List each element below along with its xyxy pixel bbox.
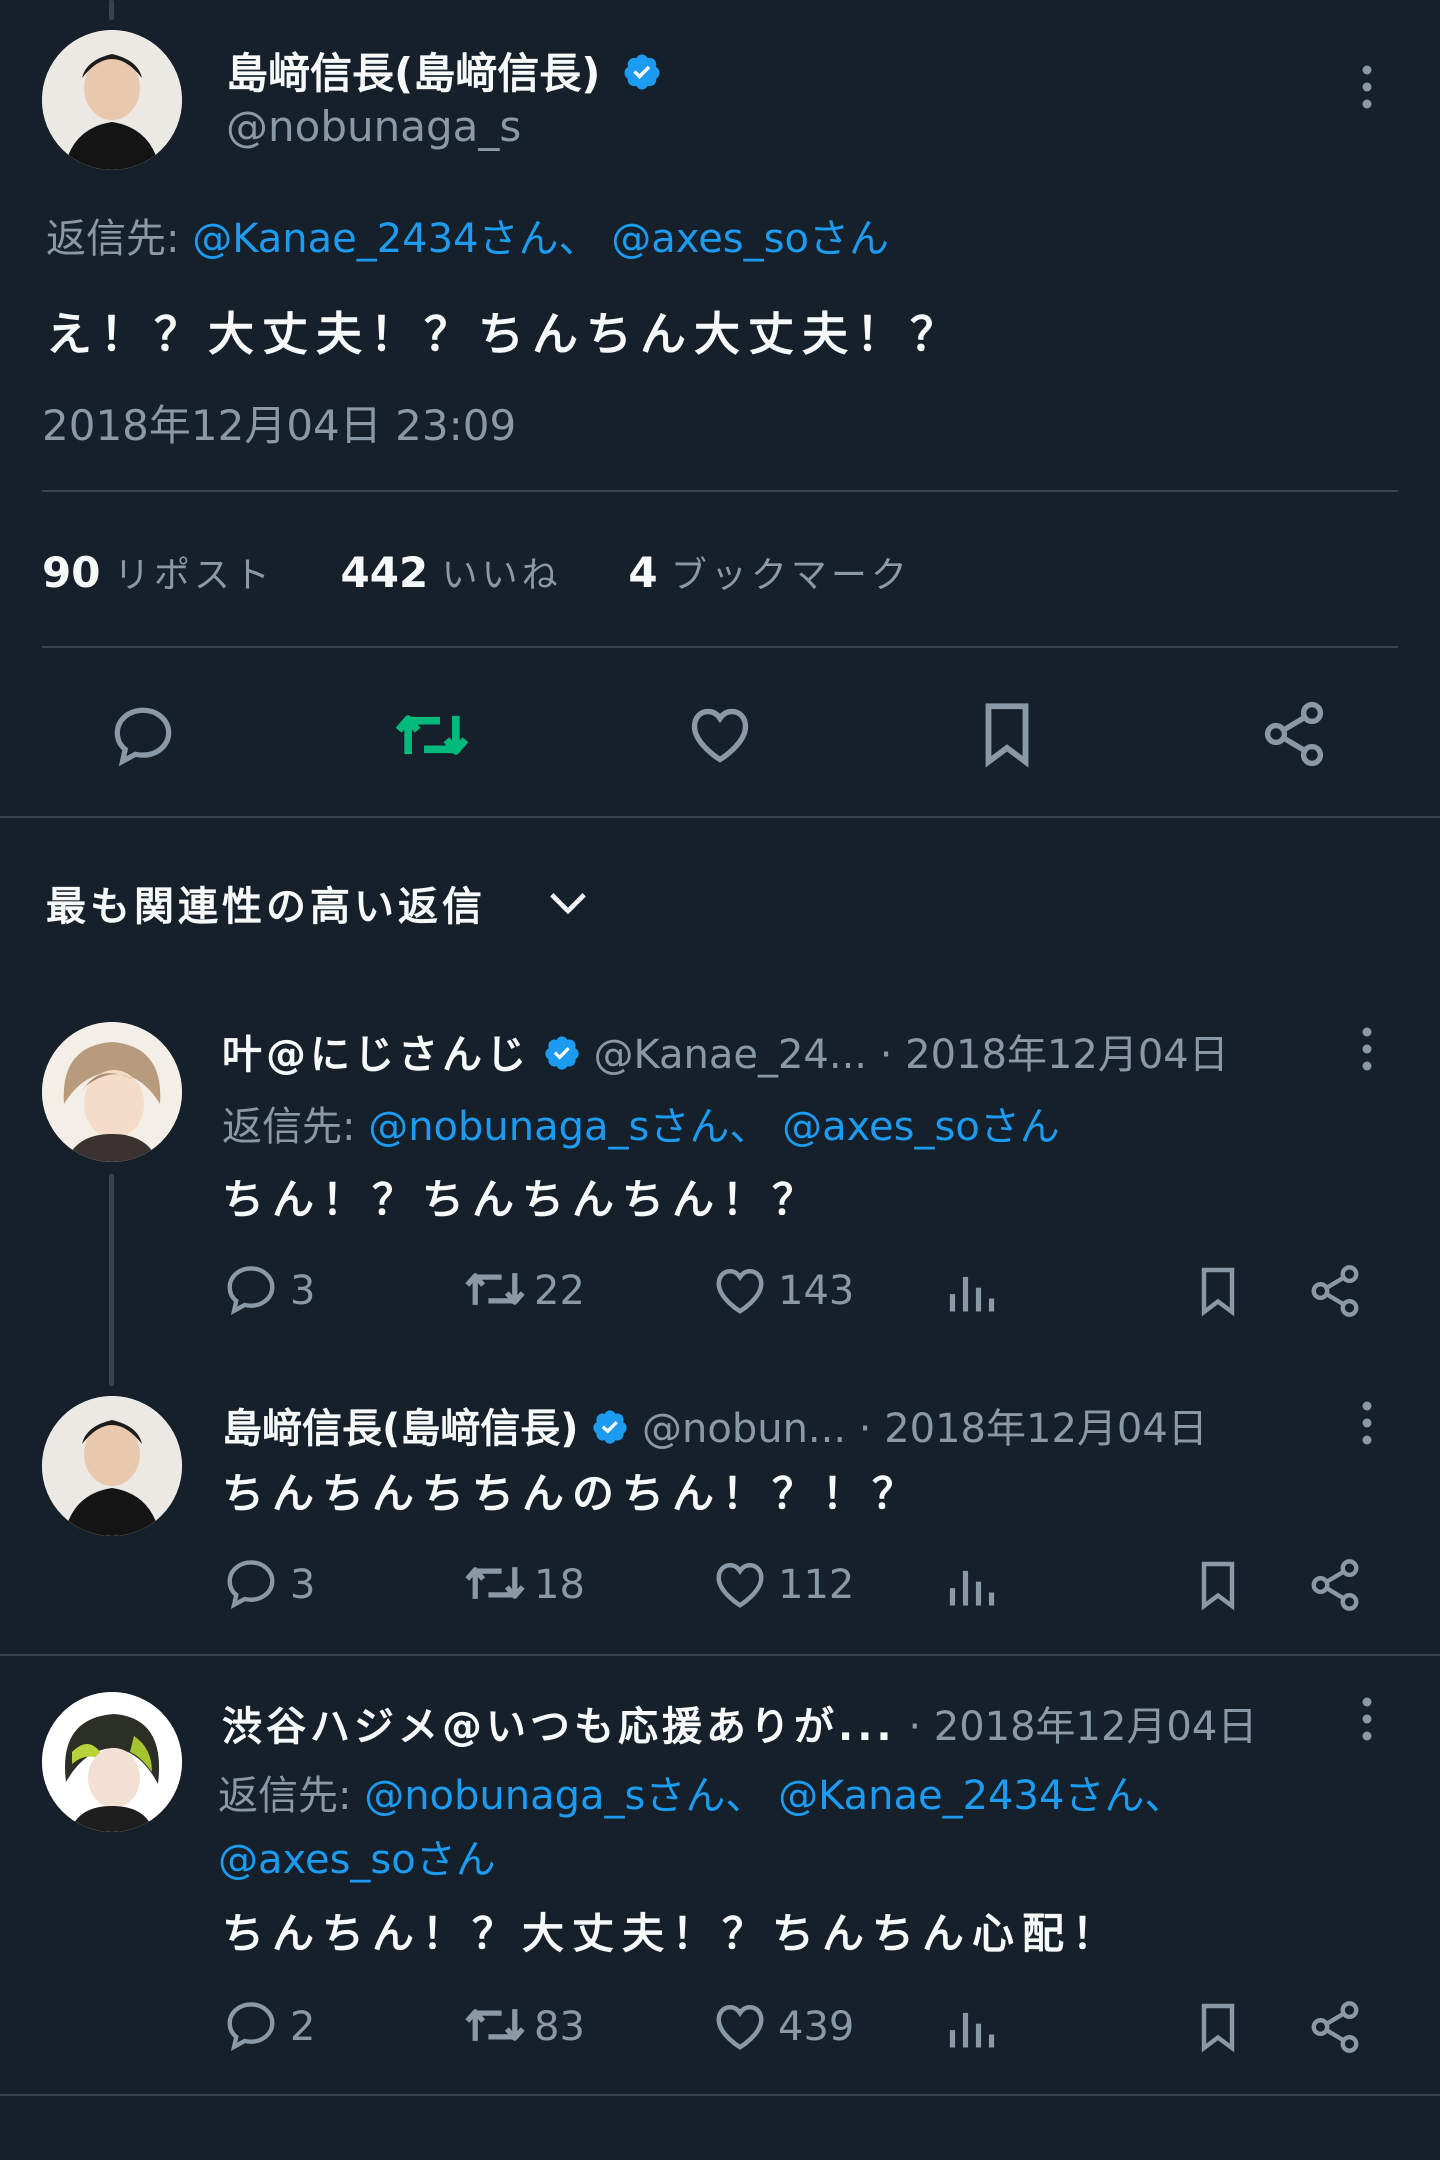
reply-to-suffix: さん (808, 216, 889, 262)
bookmark-icon[interactable] (1190, 1556, 1246, 1614)
reply-date[interactable]: · 2018年12月04日 (880, 1032, 1229, 1078)
reply-date[interactable]: · 2018年12月04日 (859, 1406, 1208, 1452)
like-count: 439 (778, 2004, 855, 2050)
more-options-icon[interactable] (1352, 62, 1382, 112)
verified-badge-icon (624, 54, 660, 90)
reply-count: 2 (290, 2004, 316, 2050)
tweet-text: え！？大丈夫！？ちんちん大丈夫！？ (46, 307, 964, 361)
reply-to-mention[interactable]: @nobunaga_s (364, 1773, 645, 1819)
sort-label: 最も関連性の高い返信 (46, 884, 486, 930)
reply-display-name[interactable]: 叶@にじさんじ (222, 1032, 530, 1078)
reply-handle[interactable]: @nobun... (642, 1406, 846, 1452)
reply-icon[interactable] (222, 1996, 280, 2054)
reply-to-mention[interactable]: @Kanae_2434 (192, 216, 478, 262)
reply-to-mention[interactable]: @axes_so (782, 1104, 980, 1150)
author-name-row: 島﨑信長(島﨑信長) (226, 40, 662, 101)
repost-icon[interactable] (462, 1260, 528, 1318)
like-count: 143 (778, 1268, 855, 1314)
avatar[interactable] (42, 1396, 182, 1536)
reply-to-mention[interactable]: @axes_so (218, 1837, 416, 1883)
reply-text: ちん！？ちんちんちん！？ (222, 1175, 823, 1224)
bookmark-icon[interactable] (970, 696, 1044, 772)
reposts-stat[interactable]: 90 リポスト (42, 548, 274, 597)
like-icon[interactable] (710, 1260, 770, 1320)
analytics-icon[interactable] (946, 2002, 998, 2054)
analytics-icon[interactable] (946, 1266, 998, 1318)
reply-count: 3 (290, 1268, 316, 1314)
repost-count: 83 (534, 2004, 585, 2050)
reply-display-name[interactable]: 渋谷ハジメ@いつも応援ありが... (222, 1704, 896, 1750)
likes-stat[interactable]: 442 いいね (341, 548, 562, 597)
reply-to-mention[interactable]: @Kanae_2434 (778, 1773, 1064, 1819)
reply-icon[interactable] (222, 1260, 280, 1318)
repost-icon[interactable] (462, 1554, 528, 1612)
avatar-photo-icon (42, 1396, 182, 1536)
avatar[interactable] (42, 1692, 182, 1832)
author-display-name[interactable]: 島﨑信長(島﨑信長) (226, 49, 600, 98)
like-icon[interactable] (684, 698, 756, 770)
reply-divider (0, 2094, 1440, 2096)
reply-header: 叶@にじさんじ @Kanae_24... · 2018年12月04日 (222, 1022, 1332, 1080)
verified-badge-icon (593, 1410, 627, 1444)
reply-divider (0, 1654, 1440, 1656)
sort-selector[interactable]: 最も関連性の高い返信 (46, 874, 486, 932)
reply-count: 3 (290, 1562, 316, 1608)
more-options-icon[interactable] (1352, 1398, 1382, 1448)
share-icon[interactable] (1306, 1998, 1364, 2056)
repost-count: 18 (534, 1562, 585, 1608)
share-icon[interactable] (1306, 1556, 1364, 1614)
reply-date[interactable]: · 2018年12月04日 (908, 1704, 1257, 1750)
like-icon[interactable] (710, 1554, 770, 1614)
reply-header: 渋谷ハジメ@いつも応援ありが... · 2018年12月04日 (222, 1694, 1332, 1752)
reply-text: ちんちんちちんのちん！？！？ (222, 1469, 923, 1518)
bookmark-icon[interactable] (1190, 1262, 1246, 1320)
reply-to-mention[interactable]: @axes_so (611, 216, 809, 262)
reply-to-label: 返信先: (46, 216, 180, 262)
reply-to-mention[interactable]: @nobunaga_s (368, 1104, 649, 1150)
reply-header: 島﨑信長(島﨑信長) @nobun... · 2018年12月04日 (222, 1396, 1332, 1454)
chevron-down-icon[interactable] (546, 884, 590, 920)
avatar-illustration-icon (42, 1022, 182, 1162)
avatar-photo-icon (42, 30, 182, 170)
thread-connector (109, 1174, 114, 1386)
section-divider (0, 816, 1440, 818)
reply-icon[interactable] (108, 700, 178, 770)
avatar[interactable] (42, 1022, 182, 1162)
share-icon[interactable] (1258, 698, 1330, 770)
like-count: 112 (778, 1562, 855, 1608)
avatar[interactable] (42, 30, 182, 170)
divider (42, 490, 1398, 492)
like-icon[interactable] (710, 1996, 770, 2056)
reply-text: ちんちん！？大丈夫！？ちんちん心配！ (222, 1909, 1123, 1958)
share-icon[interactable] (1306, 1262, 1364, 1320)
verified-badge-icon (545, 1036, 579, 1070)
reply-to-line: 返信先: @nobunaga_sさん、 @axes_soさん (222, 1104, 1060, 1150)
more-options-icon[interactable] (1352, 1694, 1382, 1744)
reply-handle[interactable]: @Kanae_24... (593, 1032, 867, 1078)
author-handle[interactable]: @nobunaga_s (226, 102, 521, 151)
reply-display-name[interactable]: 島﨑信長(島﨑信長) (222, 1406, 579, 1452)
bookmarks-stat[interactable]: 4 ブックマーク (628, 548, 911, 597)
analytics-icon[interactable] (946, 1560, 998, 1612)
repost-count: 22 (534, 1268, 585, 1314)
divider (42, 646, 1398, 648)
repost-icon[interactable] (392, 700, 472, 770)
thread-connector-top (109, 0, 114, 20)
repost-icon[interactable] (462, 1996, 528, 2054)
more-options-icon[interactable] (1352, 1024, 1382, 1074)
reply-to-line: 返信先: @nobunaga_sさん、 @Kanae_2434さん、 @axes… (218, 1773, 1185, 1883)
tweet-timestamp[interactable]: 2018年12月04日 23:09 (42, 392, 516, 453)
reply-to-suffix: さん、 (478, 216, 599, 262)
engagement-stats: 90 リポスト 442 いいね 4 ブックマーク (42, 546, 911, 598)
reply-to-line: 返信先: @Kanae_2434さん、 @axes_soさん (46, 206, 889, 264)
reply-icon[interactable] (222, 1554, 280, 1612)
avatar-illustration-icon (42, 1692, 182, 1832)
bookmark-icon[interactable] (1190, 1998, 1246, 2056)
